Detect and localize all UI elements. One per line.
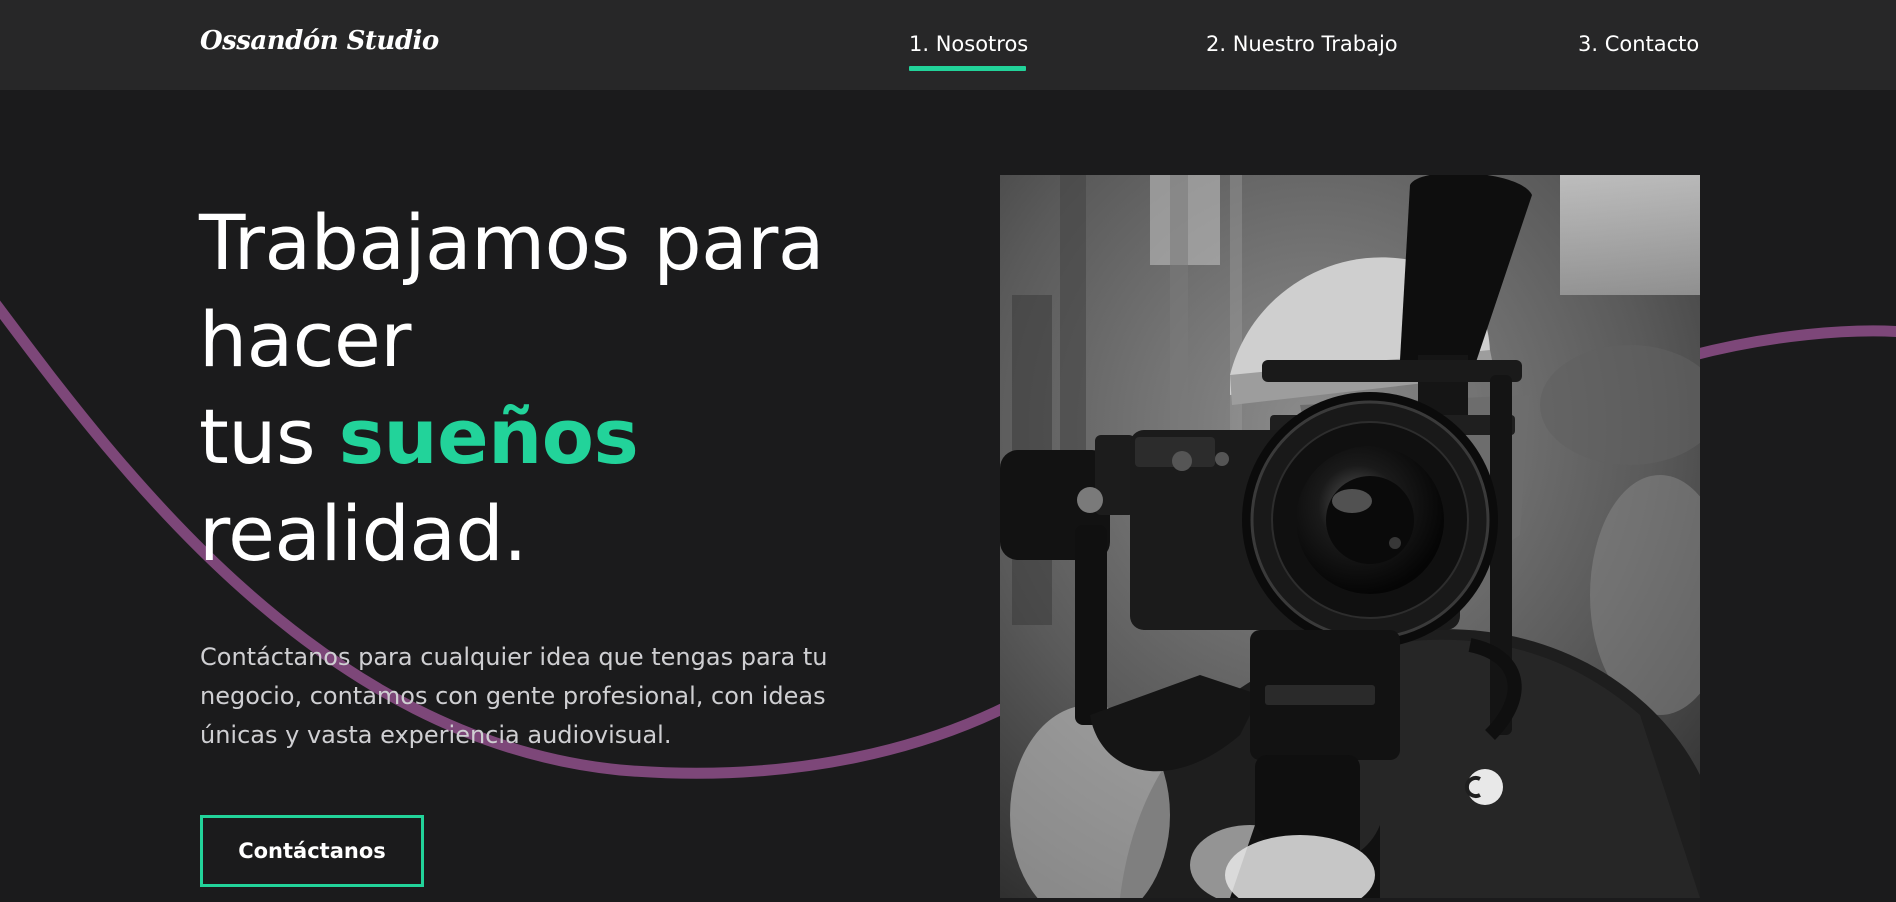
active-nav-indicator — [909, 66, 1026, 71]
hero-description: Contáctanos para cualquier idea que teng… — [200, 643, 828, 749]
headline-line-2: hacer — [199, 295, 412, 384]
hero-photo — [1000, 175, 1700, 898]
headline-line-4: realidad. — [199, 489, 527, 578]
camera-operator-photo — [1000, 175, 1700, 898]
top-navbar: Ossandón Studio 1. Nosotros 2. Nuestro T… — [0, 0, 1896, 90]
landing-page: Ossandón Studio 1. Nosotros 2. Nuestro T… — [0, 0, 1896, 902]
headline-highlight: sueños — [338, 392, 639, 481]
nav-link-nosotros[interactable]: 1. Nosotros — [909, 32, 1028, 56]
nav-link-nuestro-trabajo[interactable]: 2. Nuestro Trabajo — [1206, 32, 1398, 56]
headline-line-1: Trabajamos para — [199, 198, 825, 287]
headline-line-3-prefix: tus — [199, 392, 339, 481]
brand-logo[interactable]: Ossandón Studio — [200, 26, 439, 56]
hero-headline: Trabajamos para hacer tus sueños realidad. — [199, 194, 899, 582]
contact-cta-button[interactable]: Contáctanos — [200, 815, 424, 887]
nav-link-contacto[interactable]: 3. Contacto — [1578, 32, 1699, 56]
